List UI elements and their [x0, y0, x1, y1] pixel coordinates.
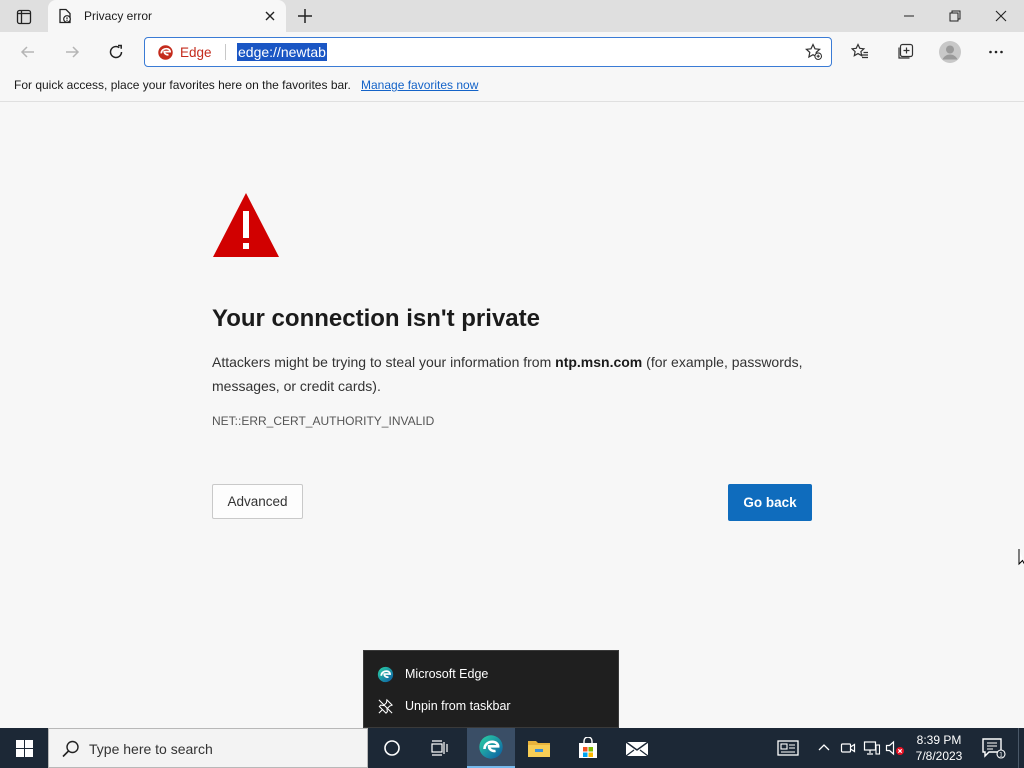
title-bar: Privacy error: [0, 0, 1024, 32]
more-dots-icon: [989, 50, 1003, 54]
jump-list-label: Microsoft Edge: [405, 667, 489, 681]
network-button[interactable]: [862, 738, 882, 758]
forward-button[interactable]: [58, 38, 86, 66]
taskbar-edge-button[interactable]: [467, 728, 515, 768]
collections-icon: [898, 43, 914, 59]
new-tab-icon[interactable]: [294, 6, 316, 26]
volume-muted-icon: [885, 740, 904, 756]
search-icon: [62, 740, 79, 758]
address-bar[interactable]: Edge edge://newtab: [144, 37, 832, 67]
warning-triangle-icon: [213, 193, 279, 257]
folder-icon: [528, 741, 550, 757]
error-heading: Your connection isn't private: [212, 305, 540, 332]
arrow-left-icon: [20, 46, 34, 58]
search-placeholder: Type here to search: [89, 741, 213, 757]
refresh-icon: [109, 44, 123, 59]
taskbar-mail-button[interactable]: [613, 728, 661, 768]
edge-logo-icon: [479, 735, 503, 759]
news-icon: [777, 740, 799, 756]
address-separator: [225, 44, 226, 60]
tab-title: Privacy error: [84, 9, 153, 23]
minimize-icon: [904, 15, 914, 17]
close-window-button[interactable]: [978, 0, 1024, 32]
error-code: NET::ERR_CERT_AUTHORITY_INVALID: [212, 414, 435, 428]
unpin-icon: [376, 697, 394, 715]
tab-privacy-error[interactable]: Privacy error: [48, 0, 286, 32]
browser-toolbar: Edge edge://newtab: [0, 32, 1024, 72]
edge-badge-label: Edge: [180, 45, 212, 60]
arrow-right-icon: [66, 46, 80, 58]
favorites-bar: For quick access, place your favorites h…: [0, 72, 1024, 102]
add-favorite-star-icon[interactable]: [805, 43, 823, 61]
url-input[interactable]: edge://newtab: [237, 43, 327, 61]
taskbar-store-button[interactable]: [564, 728, 612, 768]
news-widget-button[interactable]: [776, 738, 800, 758]
document-warning-icon: [59, 8, 71, 24]
error-description-prefix: Attackers might be trying to steal your …: [212, 354, 556, 370]
restore-icon: [949, 10, 961, 22]
cortana-circle-icon: [384, 740, 400, 756]
cortana-button[interactable]: [368, 728, 416, 768]
favorites-button[interactable]: [848, 40, 872, 64]
jump-list-label: Unpin from taskbar: [405, 699, 511, 713]
camera-tray-icon: [840, 743, 856, 753]
settings-menu-button[interactable]: [984, 40, 1008, 64]
taskbar-search-box[interactable]: Type here to search: [48, 728, 368, 768]
profile-button[interactable]: [938, 40, 962, 64]
mouse-cursor-icon: [1018, 549, 1024, 566]
clock-date: 7/8/2023: [915, 749, 963, 763]
taskbar-jump-list: Microsoft Edge Unpin from taskbar: [363, 650, 619, 728]
windows-logo-icon: [15, 739, 33, 757]
close-icon: [995, 10, 1007, 22]
tab-actions-icon: [16, 9, 32, 25]
back-button[interactable]: [14, 38, 42, 66]
favorites-star-list-icon: [851, 43, 868, 59]
restore-button[interactable]: [932, 0, 978, 32]
mail-icon: [625, 741, 649, 757]
minimize-button[interactable]: [886, 0, 932, 32]
avatar-icon: [939, 41, 961, 63]
error-page: Your connection isn't private Attackers …: [0, 102, 1024, 728]
taskbar-file-explorer-button[interactable]: [515, 728, 563, 768]
network-monitor-icon: [863, 741, 881, 755]
task-view-button[interactable]: [416, 728, 464, 768]
go-back-button[interactable]: Go back: [728, 484, 812, 521]
refresh-button[interactable]: [102, 38, 130, 66]
jump-list-item-unpin[interactable]: Unpin from taskbar: [364, 691, 620, 721]
taskbar-clock[interactable]: 8:39 PM 7/8/2023: [904, 732, 974, 764]
favorites-bar-message: For quick access, place your favorites h…: [14, 78, 351, 92]
advanced-button[interactable]: Advanced: [212, 484, 303, 519]
taskbar: Type here to search 8:39 PM 7/8/2023 1: [0, 728, 1024, 768]
error-host: ntp.msn.com: [555, 354, 643, 370]
manage-favorites-link[interactable]: Manage favorites now: [361, 78, 478, 92]
edge-red-logo-icon: [158, 45, 173, 60]
tab-actions-button[interactable]: [8, 6, 40, 28]
collections-button[interactable]: [893, 40, 917, 64]
svg-text:1: 1: [999, 752, 1003, 759]
clock-time: 8:39 PM: [916, 733, 962, 747]
store-bag-icon: [579, 737, 597, 758]
tray-camera-button[interactable]: [838, 738, 858, 758]
error-description: Attackers might be trying to steal your …: [212, 350, 822, 398]
volume-button[interactable]: [885, 738, 905, 758]
edge-logo-icon: [376, 665, 394, 683]
show-hidden-icons-button[interactable]: [814, 738, 834, 758]
edge-badge[interactable]: Edge: [157, 44, 212, 61]
start-button[interactable]: [0, 728, 48, 768]
chevron-up-icon: [818, 744, 830, 751]
show-desktop-button[interactable]: [1018, 728, 1024, 768]
close-tab-icon[interactable]: [262, 8, 278, 24]
jump-list-item-microsoft-edge[interactable]: Microsoft Edge: [364, 659, 620, 689]
notification-center-icon[interactable]: 1: [980, 736, 1006, 760]
task-view-icon: [431, 740, 448, 756]
